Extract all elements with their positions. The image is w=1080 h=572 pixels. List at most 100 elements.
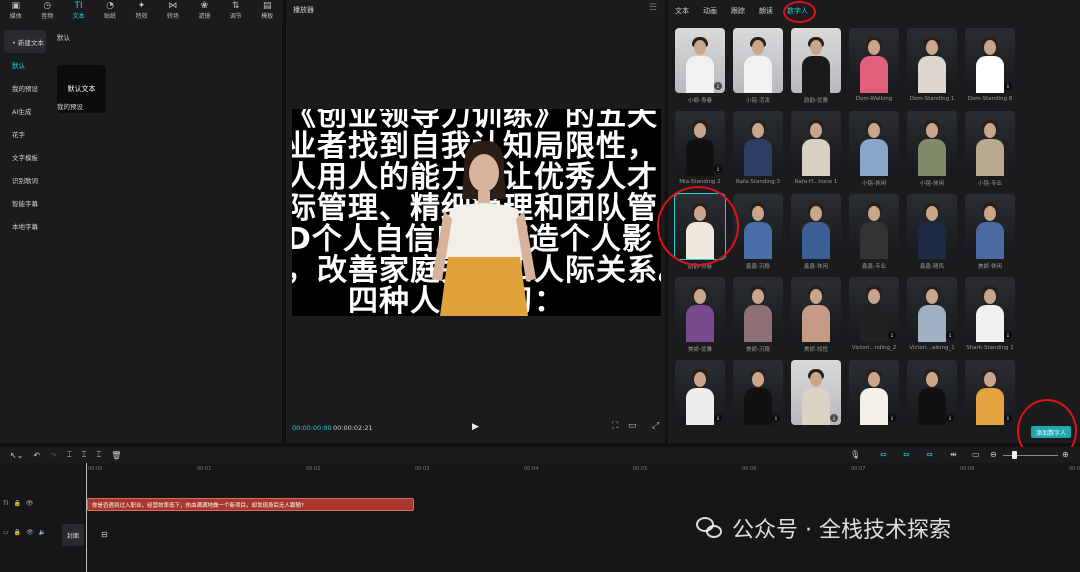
timeline-toolbar: ↖⌄ ↶ ↷ ⌶ ⌶ ⌶ 🗑 🎙 ⇔ ⇔ ⇔ ⇹ ▭ ⊖ ⊕ — [0, 447, 1080, 463]
magnet-icon[interactable]: ⇔ — [903, 450, 910, 459]
toolbar-item-template[interactable]: ▤ 模板 — [252, 0, 283, 22]
download-icon[interactable]: ⤓ — [714, 414, 722, 422]
zoom-slider-handle[interactable] — [1012, 451, 1017, 459]
tab-1[interactable]: 动画 — [703, 6, 717, 16]
split-icon[interactable]: ⌶ — [67, 450, 72, 460]
media-icon: ▣ — [11, 1, 20, 11]
avatar-card[interactable]: ⤓ — [733, 360, 783, 428]
mute-icon[interactable]: 🔈 — [39, 529, 46, 536]
avatar-card[interactable]: 美娇-知性 — [791, 277, 841, 353]
play-icon[interactable]: ▶ — [472, 422, 479, 432]
toolbar-item-effects[interactable]: ✦ 特效 — [126, 0, 157, 22]
avatar-card[interactable]: ⤓ Shark-Standing 1 — [965, 277, 1015, 351]
video-preview[interactable]: 四种人，学习：，改善家庭关系和人际关系。D个人自信底，打造个人影际管理、精细管理… — [292, 109, 661, 316]
redo-icon[interactable]: ↷ — [50, 451, 57, 460]
microphone-icon[interactable]: 🎙 — [850, 450, 860, 459]
ratio-icon[interactable]: ▭ — [628, 421, 637, 431]
menu-icon[interactable]: ☰ — [649, 3, 657, 13]
zoom-in-icon[interactable]: ⊕ — [1062, 450, 1069, 459]
lock-icon[interactable]: 🔒 — [14, 529, 21, 536]
text-category-item[interactable]: • 新建文本 — [4, 30, 46, 53]
text-category-item[interactable]: 文字模板 — [4, 145, 46, 168]
avatar-card[interactable]: Dom-Walking — [849, 28, 899, 102]
text-category-item[interactable]: AI生成 — [4, 99, 46, 122]
avatar-card[interactable]: 小铭-活泼 — [733, 28, 783, 104]
download-icon[interactable]: ⤓ — [1004, 82, 1012, 90]
visibility-icon[interactable]: 👁 — [26, 500, 34, 507]
avatar-card[interactable]: ⤓ — [791, 360, 841, 428]
avatar-card[interactable]: ⤓ Dom-Standing 8 — [965, 28, 1015, 102]
download-icon[interactable]: ⤓ — [888, 331, 896, 339]
tab-3[interactable]: 朗读 — [759, 6, 773, 16]
avatar-card[interactable]: ⤓ — [675, 360, 725, 428]
avatar-card[interactable]: 鑫鑫-休闲 — [791, 194, 841, 270]
fit-screen-icon[interactable]: ⛶ — [612, 421, 618, 431]
toolbar-item-text[interactable]: TI 文本 — [63, 0, 94, 22]
avatar-card[interactable]: ⤓ Victori...alking_1 — [907, 277, 957, 351]
link-icon[interactable]: ⇔ — [880, 450, 887, 459]
avatar-card[interactable]: 鑫鑫-沉稳 — [733, 194, 783, 270]
download-icon[interactable]: ⤓ — [1004, 414, 1012, 422]
toolbar-item-sticker[interactable]: ◔ 贴纸 — [94, 0, 125, 22]
download-icon[interactable]: ⤓ — [830, 414, 838, 422]
playhead[interactable] — [86, 463, 87, 572]
text-category-item[interactable]: 我的预设 — [4, 76, 46, 99]
avatar-card[interactable]: 小铭-休闲 — [907, 111, 957, 187]
download-icon[interactable]: ⤓ — [714, 165, 722, 173]
avatar-thumbnail — [733, 111, 783, 176]
avatar-card[interactable]: Rafa-H...hone 1 — [791, 111, 841, 185]
download-icon[interactable]: ⤓ — [1004, 331, 1012, 339]
avatar-card[interactable]: 韵韵-优雅 — [791, 28, 841, 104]
snap-icon[interactable]: ⇔ — [926, 450, 933, 459]
toolbar-item-filter[interactable]: ❀ 滤镜 — [189, 0, 220, 22]
toolbar-item-adjust[interactable]: ⇅ 调节 — [220, 0, 251, 22]
fullscreen-icon[interactable]: ⤢ — [652, 421, 659, 431]
download-icon[interactable]: ⤓ — [946, 331, 954, 339]
text-category-item[interactable]: 默认 — [4, 53, 46, 76]
text-category-item[interactable]: 本地字幕 — [4, 214, 46, 237]
avatar-card[interactable]: 美娇-休闲 — [965, 194, 1015, 270]
text-track-header: TI 🔒 👁 — [0, 500, 57, 507]
subtitle-icon[interactable]: ▭ — [972, 450, 980, 459]
text-category-item[interactable]: 识别歌词 — [4, 168, 46, 191]
avatar-card[interactable]: ⤓ — [907, 360, 957, 428]
preview-axis-icon[interactable]: ⇹ — [950, 450, 957, 459]
avatar-card[interactable]: ⤓ 小颖-青春 — [675, 28, 725, 104]
toolbar-item-media[interactable]: ▣ 媒体 — [0, 0, 31, 22]
avatar-card[interactable]: 美娇-沉稳 — [733, 277, 783, 353]
avatar-name: Victori...alking_1 — [909, 345, 955, 351]
timeline-ruler[interactable]: 00:00 00:01 00:02 00:03 00:04 00:05 00:06 00:07… — [0, 463, 1080, 475]
avatar-card[interactable]: 鑫鑫-随风 — [907, 194, 957, 270]
download-icon[interactable]: ⤓ — [946, 414, 954, 422]
split-right-icon[interactable]: ⌶ — [96, 450, 101, 460]
avatar-card[interactable]: 小铭-专业 — [965, 111, 1015, 187]
avatar-card[interactable]: 鑫鑫-专业 — [849, 194, 899, 270]
toolbar-item-label: 媒体 — [9, 13, 22, 20]
avatar-card[interactable]: ⤓ — [965, 360, 1015, 428]
zoom-out-icon[interactable]: ⊖ — [990, 450, 997, 459]
delete-icon[interactable]: 🗑 — [111, 451, 121, 460]
text-category-item[interactable]: 智能字幕 — [4, 191, 46, 214]
toolbar-item-audio[interactable]: ◷ 音频 — [31, 0, 62, 22]
tab-2[interactable]: 跟踪 — [731, 6, 745, 16]
text-clip[interactable]: 你是否遇到过入职业，经营效率低下，热血满满地做一个新项目，却发现身后无人跟随? — [87, 498, 414, 511]
toolbar-item-transition[interactable]: ⋈ 转场 — [157, 0, 188, 22]
download-icon[interactable]: ⤓ — [772, 414, 780, 422]
avatar-card[interactable]: 美娇-优雅 — [675, 277, 725, 353]
cover-button[interactable]: 封面 — [62, 524, 84, 546]
avatar-card[interactable]: ⤓ Mia-Standing 2 — [675, 111, 725, 185]
visibility-icon[interactable]: 👁 — [26, 529, 34, 536]
avatar-card[interactable]: ⤓ Victori...nding_2 — [849, 277, 899, 351]
tab-0[interactable]: 文本 — [675, 6, 689, 16]
split-left-icon[interactable]: ⌶ — [82, 450, 87, 460]
text-category-item[interactable]: 花字 — [4, 122, 46, 145]
select-tool-icon[interactable]: ↖⌄ — [10, 451, 23, 460]
lock-icon[interactable]: 🔒 — [13, 500, 20, 507]
download-icon[interactable]: ⤓ — [714, 82, 722, 90]
undo-icon[interactable]: ↶ — [33, 451, 40, 460]
avatar-card[interactable]: Rafa-Standing 3 — [733, 111, 783, 185]
avatar-card[interactable]: ⤓ — [849, 360, 899, 428]
avatar-card[interactable]: Dom-Standing 1 — [907, 28, 957, 102]
download-icon[interactable]: ⤓ — [888, 414, 896, 422]
avatar-card[interactable]: 小铭-休闲 — [849, 111, 899, 187]
